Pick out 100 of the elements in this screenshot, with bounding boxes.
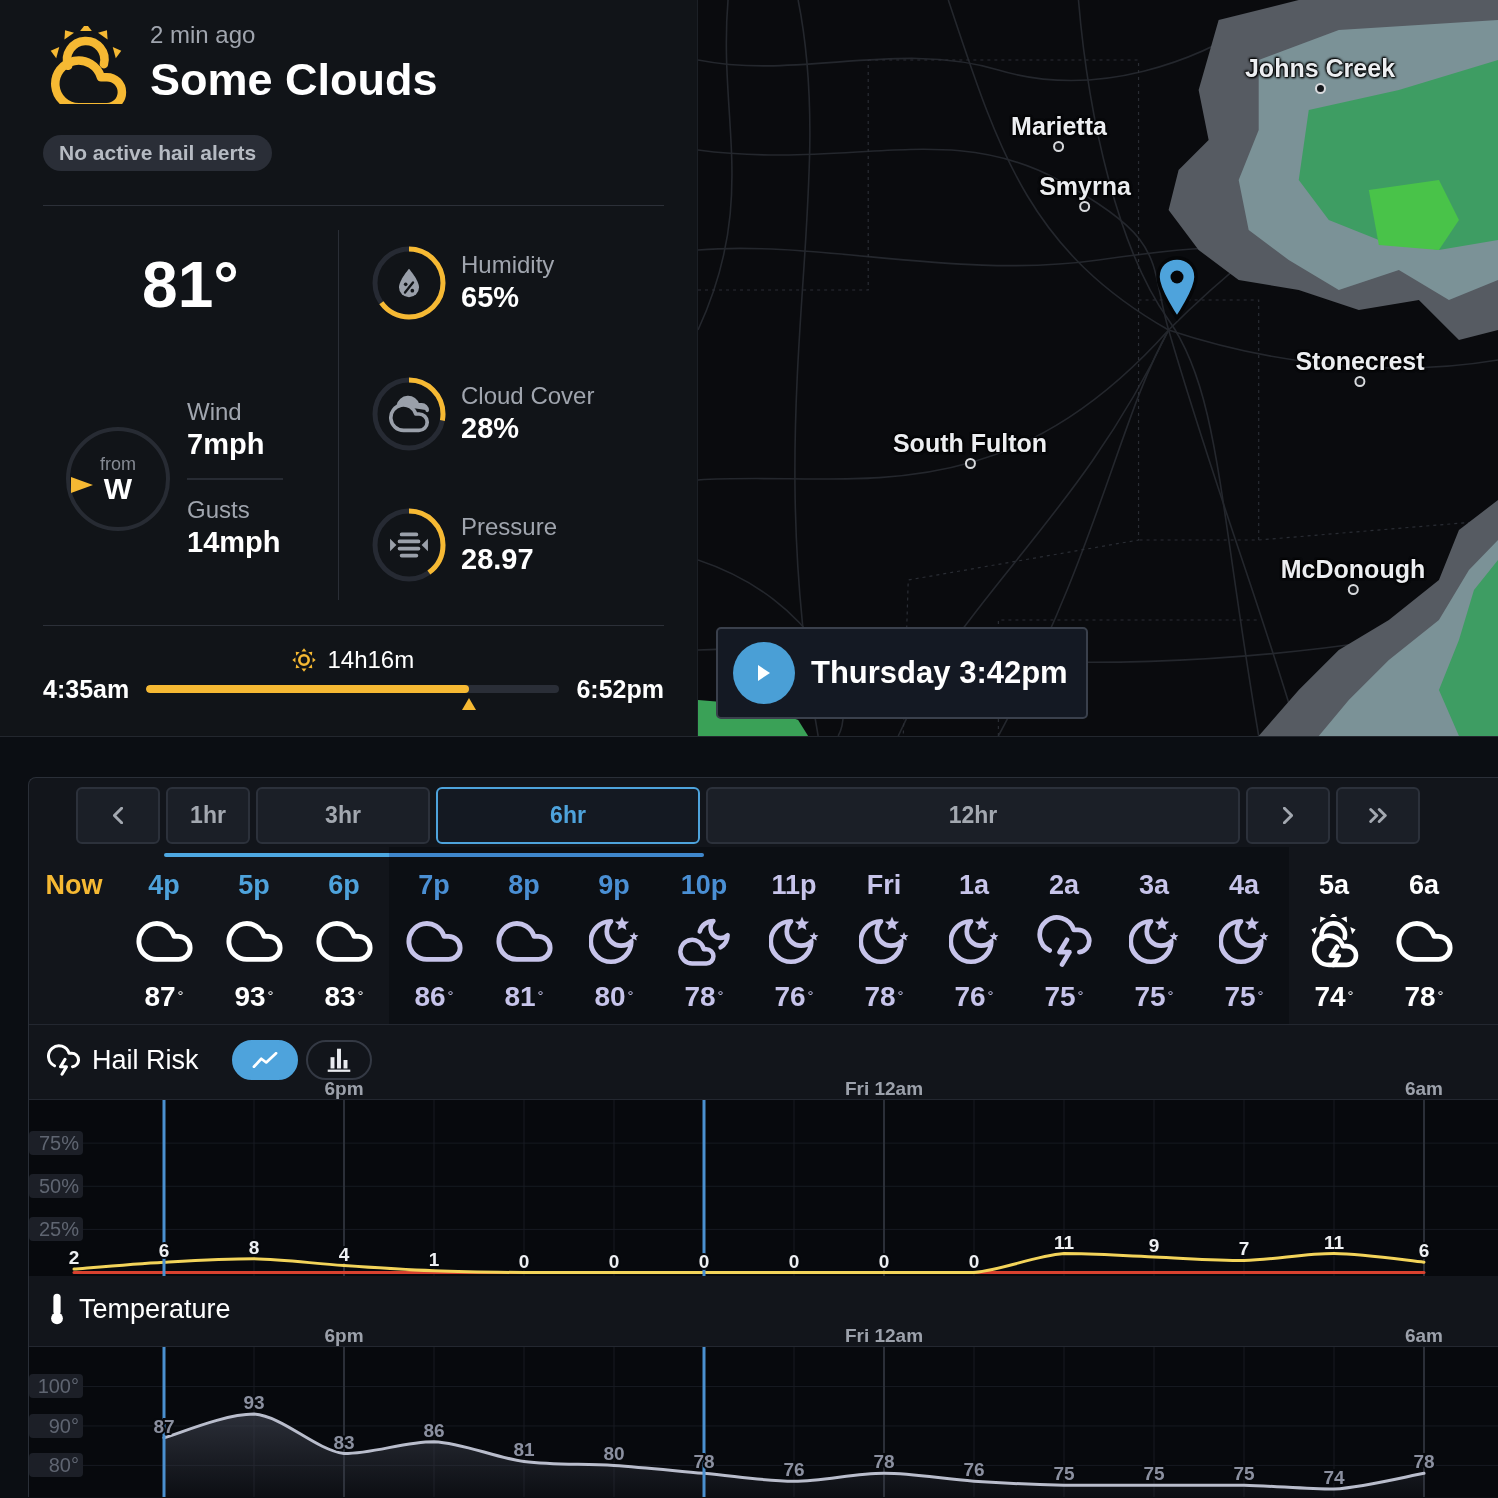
hour-label[interactable]: Fri	[866, 869, 902, 901]
moon-stars-icon	[1129, 915, 1179, 967]
hour-temperature: 76$^{°}$	[774, 980, 814, 1014]
hour-label[interactable]: 10p	[680, 869, 728, 901]
range-tab[interactable]: 6hr	[436, 787, 700, 844]
cloud-icon	[135, 920, 193, 962]
condition-title: Some Clouds	[150, 54, 438, 106]
cloud-icon	[225, 920, 283, 962]
playback-time: Thursday 3:42pm	[811, 655, 1068, 691]
compass-caption: from	[100, 454, 136, 474]
location-pin-icon	[1155, 256, 1199, 322]
city-label: McDonough	[1280, 555, 1426, 583]
data-label: 93	[243, 1392, 265, 1414]
updated-time: 2 min ago	[150, 20, 257, 50]
cloud-icon	[1395, 920, 1453, 962]
clouds-icon	[389, 395, 429, 433]
data-label: 1	[428, 1248, 440, 1270]
hour-label[interactable]: 6a	[1408, 869, 1439, 901]
city-marker-icon	[1347, 584, 1359, 595]
sunset-time: 6:52pm	[576, 674, 664, 704]
hour-label[interactable]: 4a	[1228, 869, 1259, 901]
now-label: Now	[45, 869, 103, 901]
stat-value: 65%	[461, 280, 521, 315]
axis-label: 80°	[29, 1453, 83, 1478]
data-label: 86	[423, 1419, 445, 1441]
chart-view-toggle[interactable]	[305, 1040, 372, 1080]
hour-label[interactable]: 7p	[418, 869, 450, 901]
last-button[interactable]	[1336, 787, 1420, 844]
hour-label[interactable]: 2a	[1048, 869, 1079, 901]
data-label: 4	[338, 1243, 350, 1265]
data-label: 6	[1418, 1240, 1430, 1262]
axis-label: 75%	[29, 1131, 83, 1156]
data-label: 83	[333, 1431, 355, 1453]
axis-label: 6am	[1405, 1080, 1443, 1098]
hour-label[interactable]: 1a	[958, 869, 989, 901]
hour-label[interactable]: 11p	[771, 869, 817, 901]
hour-temperature: 80$^{°}$	[594, 980, 634, 1014]
stat-label: Cloud Cover	[461, 382, 595, 410]
stat-label: Pressure	[461, 513, 558, 541]
chart-title: Hail Risk	[92, 1044, 199, 1076]
hour-temperature: 75$^{°}$	[1134, 980, 1174, 1014]
chart-view-toggle[interactable]	[231, 1040, 298, 1080]
double-chevron-right-icon	[1369, 807, 1387, 824]
city-marker-icon	[1079, 201, 1091, 212]
stat-value: 28.97	[461, 542, 535, 577]
stat-value: 14mph	[187, 525, 282, 560]
cloud-lightning-icon	[47, 1044, 80, 1076]
data-label: 78	[873, 1451, 895, 1473]
data-label: 11	[1323, 1231, 1345, 1253]
hour-label[interactable]: 4p	[148, 869, 180, 901]
cloud-icon	[315, 920, 373, 962]
range-tab[interactable]: 3hr	[256, 787, 430, 844]
position-marker-icon	[461, 698, 476, 710]
cloud-icon	[405, 920, 463, 962]
hour-label[interactable]: 8p	[508, 869, 540, 901]
axis-label: 6pm	[324, 1080, 364, 1098]
hour-temperature: 78$^{°}$	[864, 980, 904, 1014]
data-label: 76	[963, 1459, 985, 1481]
data-label: 2	[68, 1247, 80, 1269]
axis-label: 6pm	[324, 1327, 364, 1346]
data-label: 0	[878, 1250, 890, 1272]
city-label: Stonecrest	[1295, 347, 1425, 375]
axis-label: 90°	[29, 1413, 83, 1438]
data-label: 74	[1323, 1467, 1345, 1489]
city-label: Johns Creek	[1244, 54, 1396, 82]
stat-value: 7mph	[187, 427, 266, 462]
moon-stars-icon	[859, 915, 909, 967]
humidity-drop-icon	[397, 268, 421, 298]
moon-stars-icon	[949, 915, 999, 967]
daylight-duration: 14h16m	[327, 646, 415, 674]
stat-label: Humidity	[461, 251, 555, 279]
city-marker-icon	[964, 458, 976, 469]
hour-temperature: 76$^{°}$	[954, 980, 994, 1014]
city-marker-icon	[1053, 141, 1065, 152]
data-label: 0	[968, 1250, 980, 1272]
hour-label[interactable]: 9p	[598, 869, 630, 901]
sunrise-time: 4:35am	[43, 674, 130, 704]
current-temperature: 81°	[141, 250, 240, 320]
axis-label: 100°	[29, 1374, 83, 1399]
wind-direction-icon	[71, 477, 93, 493]
cloud-icon	[495, 920, 553, 962]
data-label: 75	[1143, 1463, 1165, 1485]
sun-cloud-lightning-icon	[1308, 914, 1360, 968]
hour-label[interactable]: 5a	[1318, 869, 1349, 901]
hour-label[interactable]: 6p	[328, 869, 360, 901]
data-label: 78	[1413, 1451, 1435, 1473]
hour-label[interactable]: 3a	[1138, 869, 1169, 901]
data-label: 11	[1053, 1231, 1075, 1253]
range-tab[interactable]: 12hr	[706, 787, 1240, 844]
sun-icon	[291, 647, 318, 673]
data-label: 8	[248, 1236, 260, 1258]
city-label: South Fulton	[892, 429, 1048, 457]
moon-stars-icon	[769, 915, 819, 967]
hour-label[interactable]: 5p	[238, 869, 270, 901]
data-label: 80	[603, 1443, 625, 1465]
range-tab[interactable]: 1hr	[166, 787, 250, 844]
moon-stars-icon	[589, 915, 639, 967]
hour-temperature: 83$^{°}$	[324, 980, 364, 1014]
moon-stars-icon	[1219, 915, 1269, 967]
data-label: 75	[1233, 1463, 1255, 1485]
